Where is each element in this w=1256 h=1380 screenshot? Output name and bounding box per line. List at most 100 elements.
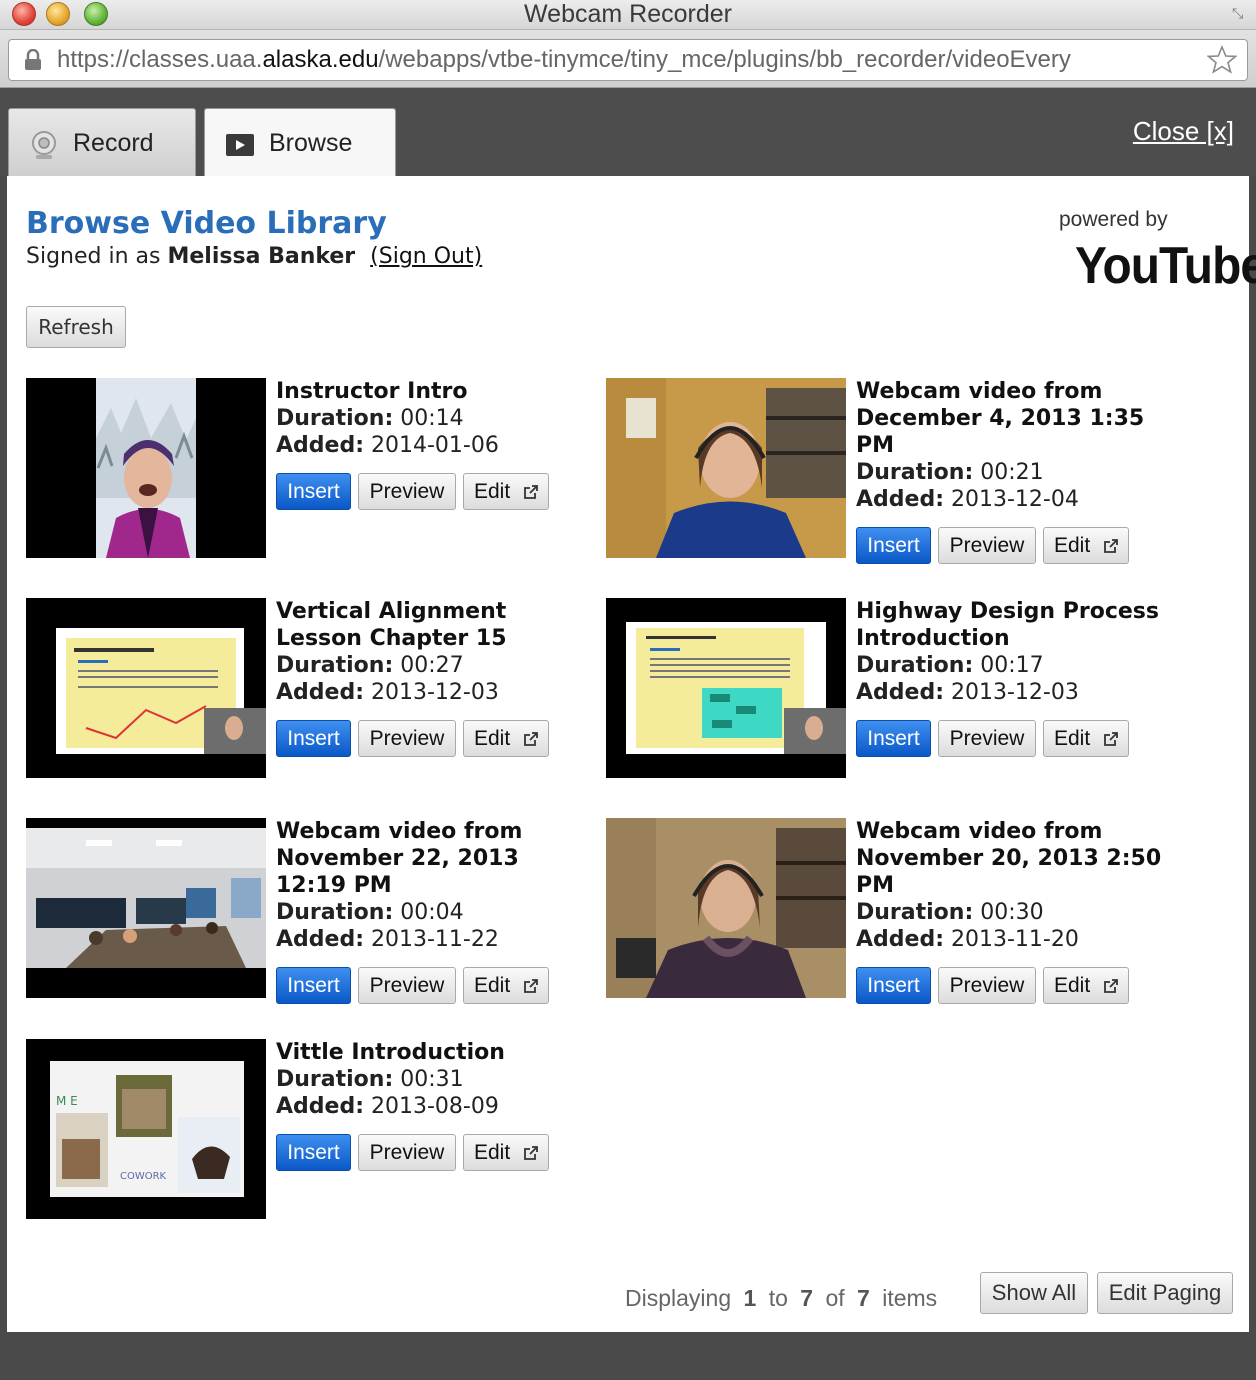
- resize-icon[interactable]: ⤡: [1232, 6, 1248, 22]
- tab-record-label: Record: [73, 129, 154, 157]
- tab-strip: Record Browse Close [x]: [0, 88, 1256, 177]
- video-actions: Insert Preview Edit: [276, 473, 596, 513]
- url-text: https://classes.uaa.alaska.edu/webapps/v…: [57, 46, 1071, 73]
- edit-button[interactable]: Edit: [463, 720, 549, 757]
- video-actions: Insert Preview Edit: [276, 720, 596, 760]
- window-title: Webcam Recorder: [524, 0, 732, 28]
- video-info: Vertical Alignment Lesson Chapter 15 Dur…: [276, 598, 596, 760]
- paging-to: 7: [800, 1285, 814, 1311]
- video-thumbnail[interactable]: M E COWORK: [26, 1039, 266, 1219]
- insert-button[interactable]: Insert: [856, 967, 931, 1004]
- video-actions: Insert Preview Edit: [856, 967, 1176, 1007]
- video-added-date: 2013-08-09: [371, 1094, 499, 1119]
- external-link-icon: [1104, 732, 1118, 746]
- svg-text:COWORK: COWORK: [120, 1171, 167, 1182]
- powered-by-label: powered by: [1059, 208, 1168, 231]
- show-all-button[interactable]: Show All: [980, 1272, 1088, 1314]
- tab-browse-label: Browse: [269, 129, 353, 157]
- external-link-icon: [524, 979, 538, 993]
- video-title: Highway Design Process Introduction: [856, 599, 1159, 651]
- external-link-icon: [524, 1146, 538, 1160]
- video-title: Webcam video from November 20, 2013 2:50…: [856, 819, 1162, 898]
- address-field[interactable]: https://classes.uaa.alaska.edu/webapps/v…: [8, 39, 1248, 81]
- video-title: Instructor Intro: [276, 379, 468, 404]
- video-item: Webcam video from November 22, 2013 12:1…: [26, 818, 596, 1018]
- video-duration: 00:27: [400, 653, 464, 678]
- tab-record[interactable]: Record: [8, 108, 196, 176]
- video-thumbnail[interactable]: [606, 378, 846, 558]
- external-link-icon: [1104, 979, 1118, 993]
- video-duration: 00:04: [400, 900, 464, 925]
- bottom-chrome: [0, 1332, 1256, 1380]
- video-duration: 00:21: [980, 460, 1044, 485]
- play-icon: [226, 134, 254, 156]
- edit-button[interactable]: Edit: [463, 1134, 549, 1171]
- video-added-date: 2014-01-06: [371, 433, 499, 458]
- edit-button[interactable]: Edit: [1043, 967, 1129, 1004]
- video-thumbnail[interactable]: [26, 818, 266, 998]
- video-item: Webcam video from November 20, 2013 2:50…: [606, 818, 1176, 1018]
- edit-button[interactable]: Edit: [463, 967, 549, 1004]
- preview-button[interactable]: Preview: [938, 527, 1036, 564]
- refresh-button[interactable]: Refresh: [26, 306, 126, 348]
- external-link-icon: [1104, 539, 1118, 553]
- url-bar: https://classes.uaa.alaska.edu/webapps/v…: [0, 30, 1256, 88]
- preview-button[interactable]: Preview: [358, 1134, 456, 1171]
- tab-browse[interactable]: Browse: [204, 108, 396, 177]
- video-thumbnail[interactable]: [606, 598, 846, 778]
- video-actions: Insert Preview Edit: [856, 720, 1176, 760]
- lock-icon: [25, 49, 41, 70]
- video-added-date: 2013-12-03: [371, 680, 499, 705]
- video-thumbnail[interactable]: [26, 598, 266, 778]
- page-title: Browse Video Library: [26, 206, 387, 241]
- video-title: Vittle Introduction: [276, 1040, 505, 1065]
- insert-button[interactable]: Insert: [276, 473, 351, 510]
- user-name: Melissa Banker: [167, 244, 356, 269]
- bookmark-star-icon[interactable]: [1207, 45, 1237, 75]
- paging-status: Displaying 1 to 7 of 7 items: [625, 1285, 938, 1311]
- video-thumbnail[interactable]: [26, 378, 266, 558]
- video-info: Webcam video from November 20, 2013 2:50…: [856, 818, 1176, 1007]
- video-info: Webcam video from November 22, 2013 12:1…: [276, 818, 596, 1007]
- video-added-date: 2013-11-20: [951, 927, 1079, 952]
- video-duration: 00:17: [980, 653, 1044, 678]
- preview-button[interactable]: Preview: [938, 720, 1036, 757]
- preview-button[interactable]: Preview: [358, 720, 456, 757]
- video-added-date: 2013-12-03: [951, 680, 1079, 705]
- video-title: Vertical Alignment Lesson Chapter 15: [276, 599, 507, 651]
- insert-button[interactable]: Insert: [276, 1134, 351, 1171]
- insert-button[interactable]: Insert: [856, 527, 931, 564]
- insert-button[interactable]: Insert: [276, 967, 351, 1004]
- video-info: Highway Design Process Introduction Dura…: [856, 598, 1176, 760]
- insert-button[interactable]: Insert: [276, 720, 351, 757]
- edit-paging-button[interactable]: Edit Paging: [1097, 1272, 1233, 1314]
- edit-button[interactable]: Edit: [1043, 527, 1129, 564]
- video-item: Vertical Alignment Lesson Chapter 15 Dur…: [26, 598, 596, 798]
- preview-button[interactable]: Preview: [358, 967, 456, 1004]
- video-item: Highway Design Process Introduction Dura…: [606, 598, 1176, 798]
- video-item: Instructor Intro Duration: 00:14 Added: …: [26, 378, 596, 578]
- video-info: Vittle Introduction Duration: 00:31 Adde…: [276, 1039, 596, 1174]
- browse-panel: Browse Video Library Signed in as Meliss…: [7, 176, 1256, 1332]
- video-duration: 00:30: [980, 900, 1044, 925]
- video-duration: 00:31: [400, 1067, 464, 1092]
- signed-in-line: Signed in as Melissa Banker (Sign Out): [26, 244, 483, 269]
- edit-button[interactable]: Edit: [463, 473, 549, 510]
- preview-button[interactable]: Preview: [358, 473, 456, 510]
- close-link[interactable]: Close [x]: [1133, 116, 1234, 147]
- video-item: Webcam video from December 4, 2013 1:35 …: [606, 378, 1176, 578]
- sign-out-link[interactable]: (Sign Out): [370, 244, 482, 269]
- video-info: Webcam video from December 4, 2013 1:35 …: [856, 378, 1176, 567]
- external-link-icon: [524, 732, 538, 746]
- edit-button[interactable]: Edit: [1043, 720, 1129, 757]
- video-actions: Insert Preview Edit: [276, 1134, 596, 1174]
- insert-button[interactable]: Insert: [856, 720, 931, 757]
- video-title: Webcam video from December 4, 2013 1:35 …: [856, 379, 1145, 458]
- svg-text:M E: M E: [56, 1094, 78, 1108]
- webcam-icon: [32, 131, 56, 159]
- paging-from: 1: [743, 1285, 757, 1311]
- preview-button[interactable]: Preview: [938, 967, 1036, 1004]
- video-thumbnail[interactable]: [606, 818, 846, 998]
- window-titlebar: Webcam Recorder ⤡: [0, 0, 1256, 30]
- video-actions: Insert Preview Edit: [276, 967, 596, 1007]
